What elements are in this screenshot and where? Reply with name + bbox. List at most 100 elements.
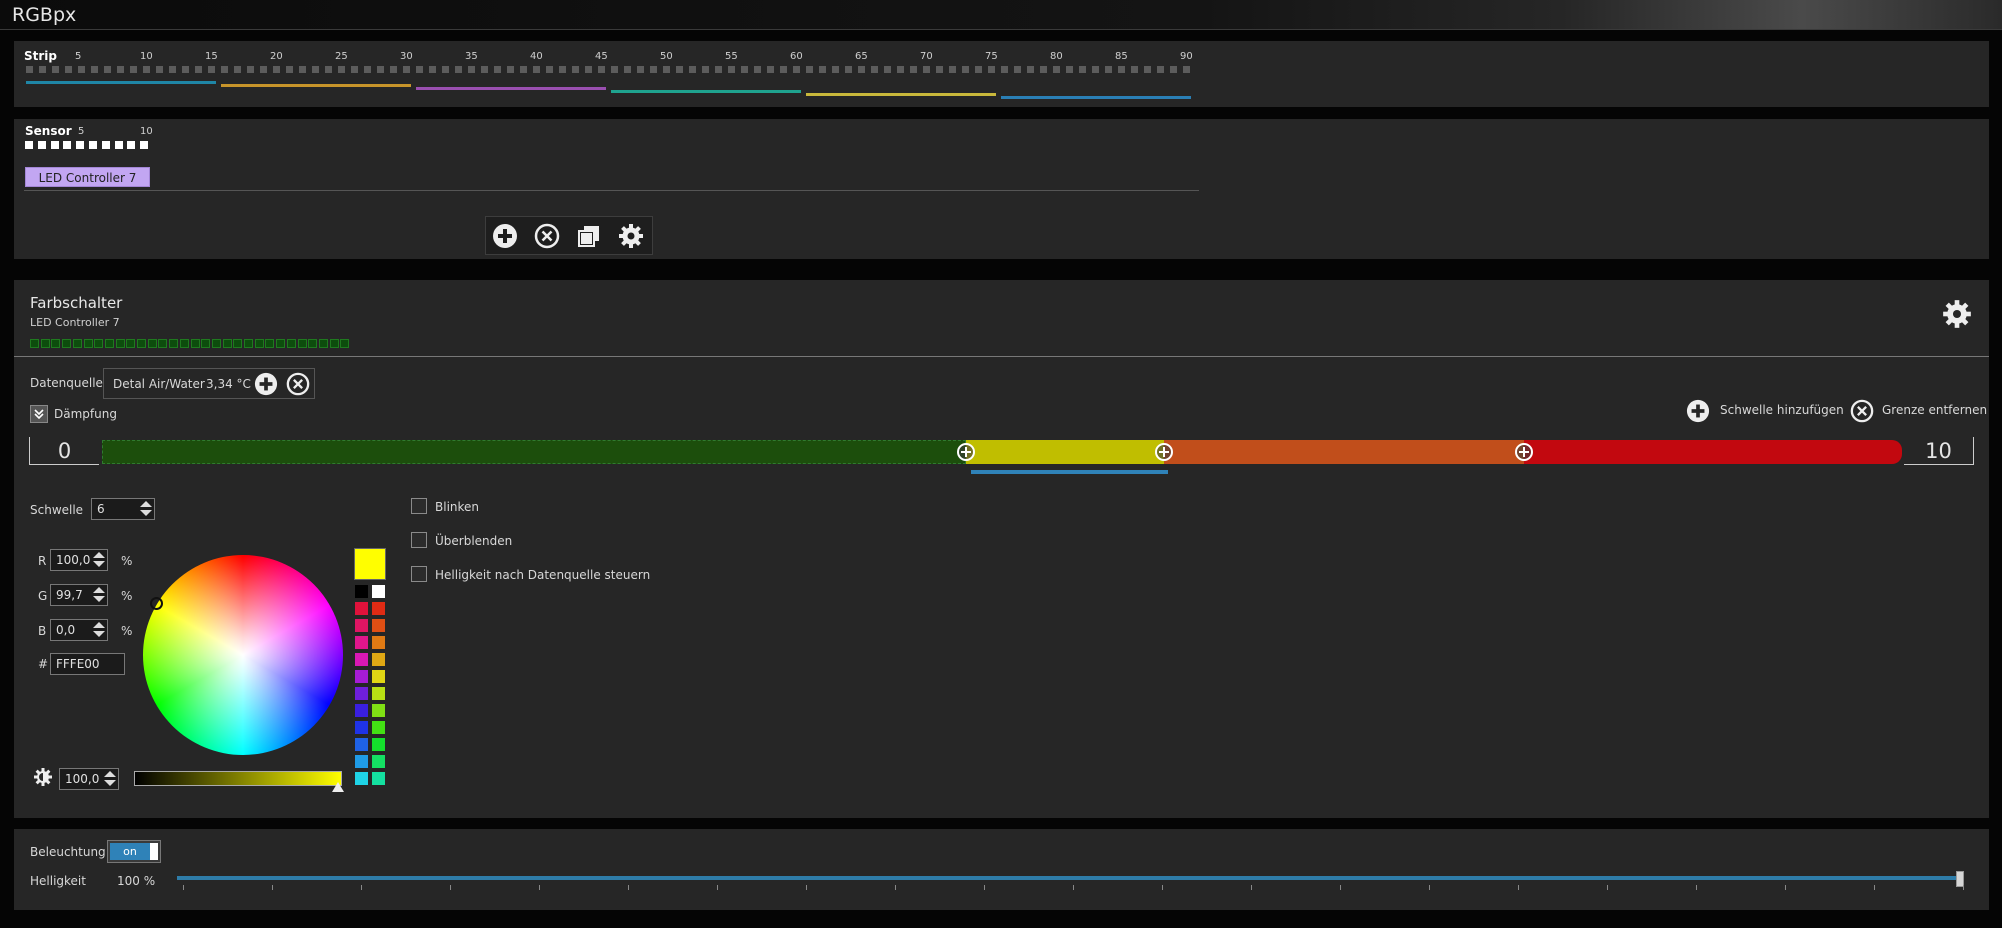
- strip-led[interactable]: [52, 66, 59, 73]
- strip-led[interactable]: [533, 66, 540, 73]
- fade-checkbox[interactable]: [411, 532, 427, 548]
- palette-swatch[interactable]: [355, 704, 368, 717]
- strip-led[interactable]: [663, 66, 670, 73]
- strip-led[interactable]: [390, 66, 397, 73]
- sensor-led[interactable]: [25, 141, 33, 149]
- strip-led[interactable]: [1027, 66, 1034, 73]
- threshold-handle[interactable]: [957, 443, 975, 461]
- strip-led[interactable]: [936, 66, 943, 73]
- strip-led[interactable]: [39, 66, 46, 73]
- strip-led[interactable]: [1079, 66, 1086, 73]
- strip-led[interactable]: [715, 66, 722, 73]
- stepper-arrows[interactable]: [104, 771, 116, 787]
- brightness-gradient-slider[interactable]: [134, 771, 342, 786]
- palette-swatch[interactable]: [355, 653, 368, 666]
- stepper-arrows[interactable]: [140, 501, 152, 517]
- strip-led[interactable]: [1040, 66, 1047, 73]
- strip-led[interactable]: [312, 66, 319, 73]
- strip-led[interactable]: [130, 66, 137, 73]
- strip-led[interactable]: [1001, 66, 1008, 73]
- lighting-toggle[interactable]: on: [107, 840, 161, 863]
- strip-led[interactable]: [598, 66, 605, 73]
- strip-led[interactable]: [364, 66, 371, 73]
- datasource-add-button[interactable]: [254, 372, 278, 400]
- strip-led[interactable]: [858, 66, 865, 73]
- strip-led[interactable]: [78, 66, 85, 73]
- strip-led[interactable]: [949, 66, 956, 73]
- strip-led[interactable]: [299, 66, 306, 73]
- strip-led[interactable]: [1157, 66, 1164, 73]
- strip-led[interactable]: [182, 66, 189, 73]
- strip-led[interactable]: [767, 66, 774, 73]
- range-segment[interactable]: [1524, 440, 1902, 464]
- palette-swatch[interactable]: [355, 670, 368, 683]
- hex-input[interactable]: FFFE00: [50, 653, 125, 675]
- strip-led[interactable]: [169, 66, 176, 73]
- strip-led[interactable]: [221, 66, 228, 73]
- g-stepper[interactable]: 99,7: [50, 584, 108, 606]
- datasource-remove-button[interactable]: [286, 372, 310, 400]
- sensor-led[interactable]: [114, 141, 123, 149]
- strip-led[interactable]: [1183, 66, 1190, 73]
- datasource-box[interactable]: Detal Air/Water 3,34 °C: [103, 368, 315, 399]
- range-segment[interactable]: [1164, 440, 1524, 464]
- sensor-led[interactable]: [76, 141, 85, 149]
- strip-led[interactable]: [832, 66, 839, 73]
- strip-led[interactable]: [507, 66, 514, 73]
- strip-led[interactable]: [91, 66, 98, 73]
- palette-swatch[interactable]: [372, 653, 385, 666]
- remove-button[interactable]: [532, 221, 562, 251]
- strip-led[interactable]: [403, 66, 410, 73]
- strip-led[interactable]: [1066, 66, 1073, 73]
- blink-checkbox[interactable]: [411, 498, 427, 514]
- strip-led[interactable]: [1053, 66, 1060, 73]
- led-controller-tag[interactable]: LED Controller 7: [25, 167, 150, 187]
- strip-led[interactable]: [1014, 66, 1021, 73]
- stepper-arrows[interactable]: [93, 552, 105, 568]
- palette-swatch[interactable]: [372, 636, 385, 649]
- strip-led[interactable]: [429, 66, 436, 73]
- strip-led[interactable]: [793, 66, 800, 73]
- palette-swatch[interactable]: [355, 721, 368, 734]
- palette-swatch[interactable]: [355, 738, 368, 751]
- palette-swatch[interactable]: [355, 772, 368, 785]
- palette-swatch[interactable]: [355, 687, 368, 700]
- strip-led[interactable]: [104, 66, 111, 73]
- panel-settings-button[interactable]: [1942, 299, 1972, 329]
- strip-led[interactable]: [624, 66, 631, 73]
- strip-led[interactable]: [455, 66, 462, 73]
- strip-led[interactable]: [208, 66, 215, 73]
- strip-led[interactable]: [650, 66, 657, 73]
- strip-led[interactable]: [195, 66, 202, 73]
- strip-led[interactable]: [728, 66, 735, 73]
- palette-swatch[interactable]: [355, 636, 368, 649]
- strip-led[interactable]: [637, 66, 644, 73]
- strip-led[interactable]: [442, 66, 449, 73]
- strip-led[interactable]: [819, 66, 826, 73]
- palette-swatch[interactable]: [355, 619, 368, 632]
- stepper-arrows[interactable]: [93, 622, 105, 638]
- brightness-stepper[interactable]: 100,0: [59, 768, 119, 790]
- strip-led[interactable]: [845, 66, 852, 73]
- range-segment[interactable]: [966, 440, 1164, 464]
- strip-led[interactable]: [988, 66, 995, 73]
- strip-led[interactable]: [884, 66, 891, 73]
- strip-led[interactable]: [1105, 66, 1112, 73]
- strip-led[interactable]: [754, 66, 761, 73]
- sensor-led[interactable]: [140, 141, 149, 149]
- palette-swatch[interactable]: [372, 619, 385, 632]
- threshold-handle[interactable]: [1515, 443, 1533, 461]
- strip-led[interactable]: [1144, 66, 1151, 73]
- strip-led[interactable]: [741, 66, 748, 73]
- strip-led[interactable]: [559, 66, 566, 73]
- strip-led[interactable]: [234, 66, 241, 73]
- palette-swatch[interactable]: [372, 585, 385, 598]
- strip-led[interactable]: [143, 66, 150, 73]
- palette-swatch[interactable]: [355, 602, 368, 615]
- strip-led[interactable]: [611, 66, 618, 73]
- strip-led[interactable]: [117, 66, 124, 73]
- color-wheel[interactable]: [143, 555, 343, 755]
- copy-button[interactable]: [574, 221, 604, 251]
- b-stepper[interactable]: 0,0: [50, 619, 108, 641]
- palette-swatch[interactable]: [355, 585, 368, 598]
